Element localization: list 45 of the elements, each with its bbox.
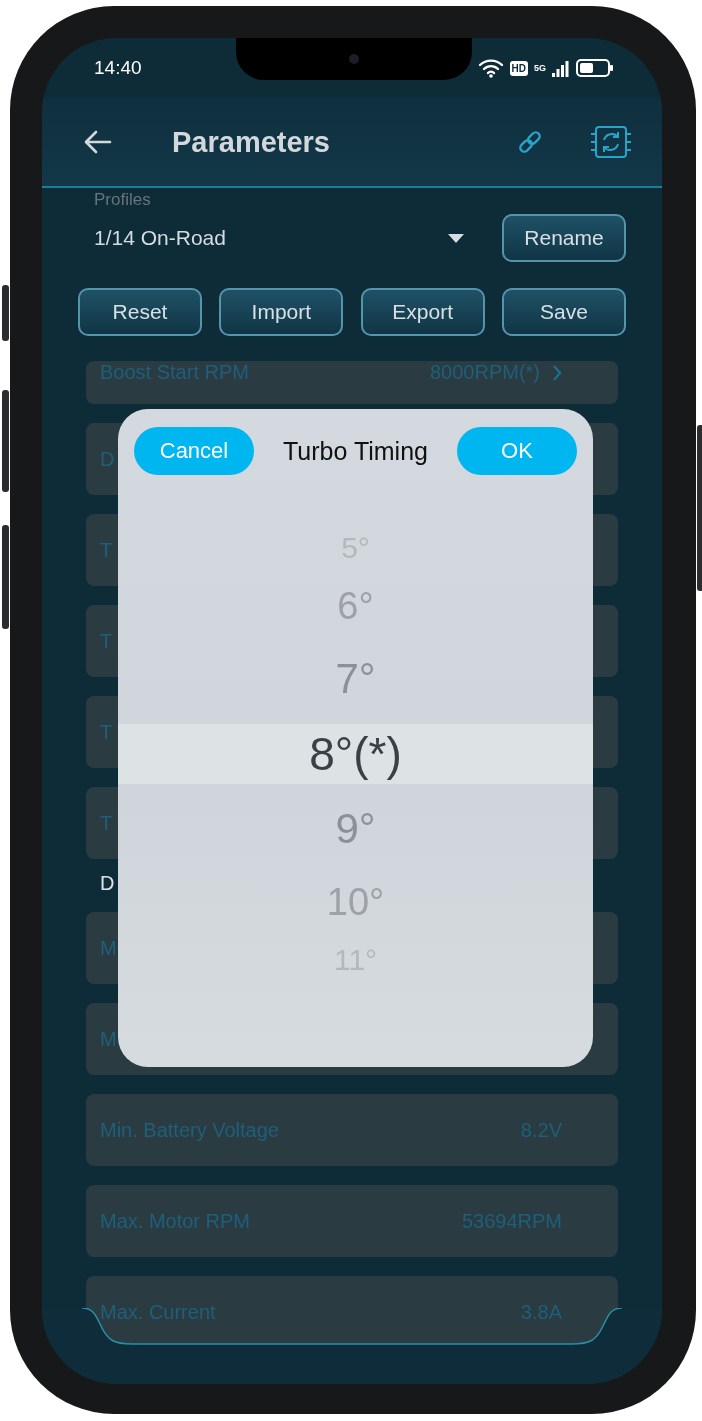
action-button[interactable]: Reset	[78, 288, 202, 336]
chevron-icon	[552, 363, 562, 382]
section-title: D	[100, 872, 115, 894]
parameter-label: Boost Start RPM	[100, 361, 249, 384]
link-icon[interactable]	[516, 128, 544, 156]
wheel-option[interactable]: 7°	[335, 655, 376, 703]
hd-badge: HD	[509, 60, 528, 76]
parameter-value: 8.2V	[520, 1118, 562, 1142]
chip-sync-icon[interactable]	[590, 124, 632, 160]
parameter-label: Min. Battery Voltage	[100, 1118, 279, 1142]
network-label: 5G	[534, 63, 546, 73]
page-title: Parameters	[172, 125, 331, 159]
ok-button[interactable]: OK	[457, 427, 577, 475]
wheel-option[interactable]: 9°	[335, 805, 376, 853]
action-button[interactable]: Export	[360, 288, 485, 336]
parameter-label: T	[100, 538, 113, 562]
parameter-label: Max. Current	[100, 1300, 216, 1324]
back-icon[interactable]	[84, 130, 112, 154]
parameter-label: T	[100, 720, 113, 744]
parameter-label: D	[100, 447, 115, 471]
parameter-value: 53694RPM	[461, 1209, 562, 1233]
action-button[interactable]: Import	[219, 288, 344, 336]
parameter-row[interactable]: Min. Battery Voltage 8.2V	[86, 1094, 618, 1166]
profile-dropdown[interactable]: 1/14 On-Road	[78, 212, 502, 264]
parameter-label: Max. Motor RPM	[100, 1209, 251, 1233]
parameter-value: 8000RPM(*)	[429, 361, 540, 384]
dialog-title: Turbo Timing	[283, 436, 428, 466]
camera-icon	[348, 53, 360, 65]
wheel-option[interactable]: 8°(*)	[309, 727, 402, 781]
battery-icon	[576, 58, 614, 78]
parameter-row[interactable]: Boost Start RPM 8000RPM(*)	[86, 361, 618, 404]
parameter-label: M	[100, 936, 117, 960]
caret-icon	[448, 233, 464, 243]
action-button[interactable]: Save	[502, 288, 626, 336]
clock: 14:40	[94, 57, 142, 79]
cancel-button[interactable]: Cancel	[134, 427, 254, 475]
signal-icon	[552, 59, 570, 77]
parameter-value: 3.8A	[520, 1300, 562, 1324]
wifi-icon	[477, 58, 504, 78]
parameter-label: T	[100, 629, 113, 653]
parameter-label: M	[100, 1027, 117, 1051]
rename-button[interactable]: Rename	[502, 214, 626, 262]
parameter-row[interactable]: Max. Motor RPM 53694RPM	[86, 1185, 618, 1257]
profiles-label: Profiles	[94, 190, 152, 210]
parameter-label: T	[100, 811, 113, 835]
